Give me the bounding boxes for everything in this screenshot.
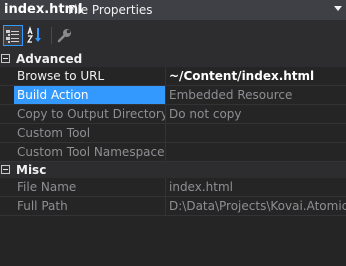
property-grid: Advanced Browse to URL ~/Content/index.h…: [0, 51, 346, 216]
chevron-down-icon[interactable]: [334, 6, 342, 11]
alphabetical-button[interactable]: [26, 25, 46, 46]
property-name: File Name: [14, 178, 166, 196]
property-row-build-action[interactable]: Build Action Embedded Resource: [0, 86, 346, 105]
property-name: Copy to Output Directory: [14, 105, 166, 123]
properties-toolbar: [0, 21, 346, 51]
property-name: Build Action: [14, 86, 166, 104]
property-value[interactable]: Do not copy: [166, 105, 346, 123]
property-value[interactable]: [166, 124, 346, 142]
object-type: File Properties: [68, 3, 153, 17]
property-row-custom-tool-namespace[interactable]: Custom Tool Namespace: [0, 143, 346, 162]
wrench-icon: [57, 29, 71, 43]
property-row-browse-to-url[interactable]: Browse to URL ~/Content/index.html: [0, 67, 346, 86]
property-name: Browse to URL: [14, 67, 166, 85]
property-value[interactable]: ~/Content/index.html: [166, 67, 346, 85]
property-value[interactable]: D:\Data\Projects\Kovai.AtomicSc: [166, 197, 346, 215]
categorized-icon: [6, 30, 19, 43]
property-name: Custom Tool: [14, 124, 166, 142]
property-row-custom-tool[interactable]: Custom Tool: [0, 124, 346, 143]
category-label: Advanced: [16, 52, 83, 66]
property-pages-button[interactable]: [55, 25, 75, 46]
property-name: Full Path: [14, 197, 166, 215]
category-misc[interactable]: Misc: [0, 162, 346, 178]
property-row-file-name[interactable]: File Name index.html: [0, 178, 346, 197]
collapse-icon[interactable]: [1, 165, 10, 174]
property-name: Custom Tool Namespace: [14, 143, 166, 161]
property-row-copy-to-output[interactable]: Copy to Output Directory Do not copy: [0, 105, 346, 124]
category-advanced[interactable]: Advanced: [0, 51, 346, 67]
property-value[interactable]: Embedded Resource: [166, 86, 346, 104]
collapse-icon[interactable]: [1, 54, 10, 63]
categorized-button[interactable]: [3, 25, 23, 46]
toolbar-separator: [51, 27, 52, 44]
properties-header[interactable]: index.html File Properties: [0, 0, 346, 21]
property-row-full-path[interactable]: Full Path D:\Data\Projects\Kovai.AtomicS…: [0, 197, 346, 216]
property-value[interactable]: index.html: [166, 178, 346, 196]
property-value[interactable]: [166, 143, 346, 161]
alphabetical-sort-icon: [26, 26, 41, 43]
category-label: Misc: [16, 163, 47, 177]
